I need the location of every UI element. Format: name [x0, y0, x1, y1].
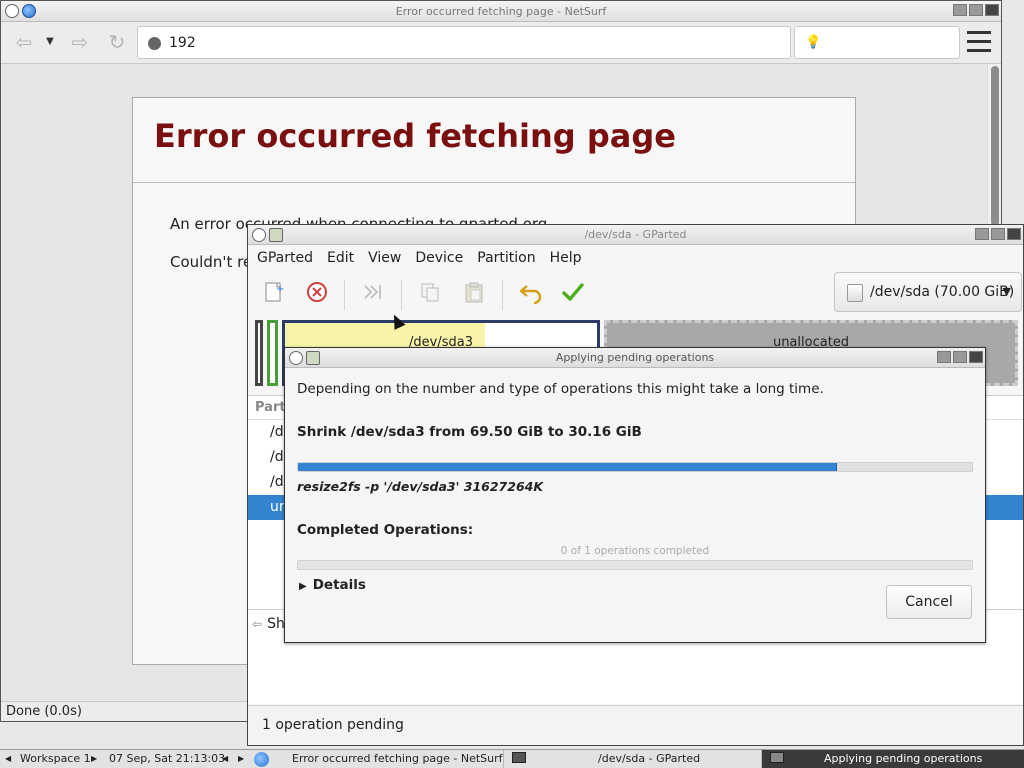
- copy-icon[interactable]: [417, 280, 443, 306]
- completed-operations-label: Completed Operations:: [297, 522, 474, 538]
- gparted-app-icon: [269, 228, 283, 242]
- task-gparted-label: /dev/sda - GParted: [598, 752, 701, 765]
- operation-progress-fill: [298, 463, 838, 471]
- pending-operation-text: Sh: [267, 616, 285, 632]
- search-field[interactable]: 💡: [794, 26, 960, 59]
- gparted-window-title: /dev/sda - GParted: [584, 228, 687, 241]
- reload-icon[interactable]: ↻: [105, 30, 129, 54]
- resize-move-icon[interactable]: [360, 280, 386, 306]
- search-provider-icon: 💡: [805, 35, 822, 50]
- gparted-titlebar[interactable]: /dev/sda - GParted: [248, 225, 1023, 245]
- window-menu-icon[interactable]: [252, 228, 266, 242]
- toolbar-separator: [401, 280, 402, 310]
- gparted-app-icon: [306, 351, 320, 365]
- menu-help[interactable]: Help: [543, 245, 589, 272]
- task-apply-dialog-label: Applying pending operations: [824, 752, 983, 765]
- history-dropdown-icon[interactable]: ▼: [43, 30, 57, 54]
- close-button[interactable]: [969, 351, 983, 363]
- window-menu-icon[interactable]: [289, 351, 303, 365]
- current-operation: Shrink /dev/sda3 from 69.50 GiB to 30.16…: [297, 424, 642, 440]
- disk-icon: [847, 284, 863, 302]
- gparted-task-icon: [512, 752, 526, 763]
- url-text[interactable]: 192: [169, 35, 196, 51]
- toolbar-separator: [344, 280, 345, 310]
- dialog-task-icon: [770, 752, 784, 763]
- overall-progress-bar: [297, 560, 973, 570]
- device-selector[interactable]: /dev/sda (70.00 GiB) ▼: [834, 272, 1022, 312]
- task-gparted[interactable]: /dev/sda - GParted: [503, 750, 761, 768]
- back-arrow-icon[interactable]: ⇦: [11, 30, 37, 54]
- workspace-prev-icon[interactable]: ◀: [5, 750, 11, 768]
- task-apply-dialog[interactable]: Applying pending operations: [761, 750, 1024, 768]
- apply-operations-dialog: Applying pending operations Depending on…: [284, 347, 986, 643]
- toolbar-separator: [502, 280, 503, 310]
- error-heading: Error occurred fetching page: [154, 117, 676, 155]
- netsurf-titlebar[interactable]: Error occurred fetching page - NetSurf: [1, 1, 1001, 22]
- expander-triangle-icon: ▶: [299, 581, 307, 592]
- gparted-menubar: GParted Edit View Device Partition Help: [248, 245, 1023, 272]
- menu-device[interactable]: Device: [408, 245, 470, 272]
- hamburger-menu-icon[interactable]: [967, 31, 991, 53]
- task-next-icon[interactable]: ▶: [238, 750, 244, 768]
- menu-partition[interactable]: Partition: [470, 245, 542, 272]
- menu-gparted[interactable]: GParted: [250, 245, 320, 272]
- pending-operation-row[interactable]: ⇦ Sh: [252, 616, 285, 632]
- close-button[interactable]: [1007, 228, 1021, 240]
- svg-text:+: +: [276, 284, 284, 295]
- clock: 07 Sep, Sat 21:13:03: [109, 752, 226, 765]
- shrink-operation-icon: ⇦: [252, 617, 263, 631]
- maximize-button[interactable]: [953, 351, 967, 363]
- minimize-button[interactable]: [937, 351, 951, 363]
- scrollbar-thumb[interactable]: [991, 66, 999, 226]
- menu-edit[interactable]: Edit: [320, 245, 361, 272]
- task-prev-icon[interactable]: ◀: [222, 750, 228, 768]
- dialog-title: Applying pending operations: [555, 351, 715, 364]
- paste-icon[interactable]: [461, 280, 487, 306]
- forward-arrow-icon[interactable]: ⇨: [67, 30, 93, 54]
- dialog-titlebar[interactable]: Applying pending operations: [285, 348, 985, 368]
- taskbar: ◀ Workspace 1 ▶ 07 Sep, Sat 21:13:03 ◀ ▶…: [0, 749, 1024, 768]
- chevron-down-icon: ▼: [1002, 285, 1011, 298]
- workspace-next-icon[interactable]: ▶: [91, 750, 97, 768]
- window-menu-icon[interactable]: [5, 4, 19, 18]
- dialog-description: Depending on the number and type of oper…: [297, 381, 824, 397]
- maximize-button[interactable]: [991, 228, 1005, 240]
- error-header: Error occurred fetching page: [133, 98, 855, 183]
- undo-icon[interactable]: [518, 280, 544, 306]
- apply-checkmark-icon[interactable]: [560, 280, 586, 306]
- minimize-button[interactable]: [975, 228, 989, 240]
- new-partition-icon[interactable]: +: [261, 280, 287, 306]
- netsurf-globe-icon: [254, 752, 269, 767]
- minimize-button[interactable]: [953, 4, 967, 16]
- gparted-toolbar: + /dev/sda (70.00 GiB) ▼: [248, 272, 1023, 316]
- error-detail: Couldn't re: [170, 253, 253, 271]
- url-bar[interactable]: 192: [137, 26, 791, 59]
- netsurf-toolbar: ⇦ ▼ ⇨ ↻ 192 💡: [1, 22, 1001, 64]
- menu-view[interactable]: View: [361, 245, 408, 272]
- partition-block-sda1[interactable]: [255, 320, 263, 386]
- operation-progress-bar: [297, 462, 973, 472]
- current-command: resize2fs -p '/dev/sda3' 31627264K: [297, 479, 544, 494]
- maximize-button[interactable]: [969, 4, 983, 16]
- workspace-label[interactable]: Workspace 1: [20, 750, 91, 768]
- delete-partition-icon[interactable]: [304, 280, 330, 306]
- netsurf-app-icon: [22, 4, 36, 18]
- device-selector-label: /dev/sda (70.00 GiB): [870, 284, 1015, 300]
- partition-block-sda2[interactable]: [267, 320, 278, 386]
- details-label: Details: [312, 577, 366, 593]
- completed-count: 0 of 1 operations completed: [560, 545, 710, 557]
- cancel-button[interactable]: Cancel: [886, 585, 972, 619]
- gparted-status-bar: 1 operation pending: [248, 705, 1023, 745]
- close-button[interactable]: [985, 4, 999, 16]
- netsurf-window-title: Error occurred fetching page - NetSurf: [395, 5, 607, 18]
- task-netsurf[interactable]: Error occurred fetching page - NetSurf: [275, 750, 503, 768]
- site-status-icon: [148, 37, 161, 50]
- details-expander[interactable]: ▶ Details: [299, 577, 366, 593]
